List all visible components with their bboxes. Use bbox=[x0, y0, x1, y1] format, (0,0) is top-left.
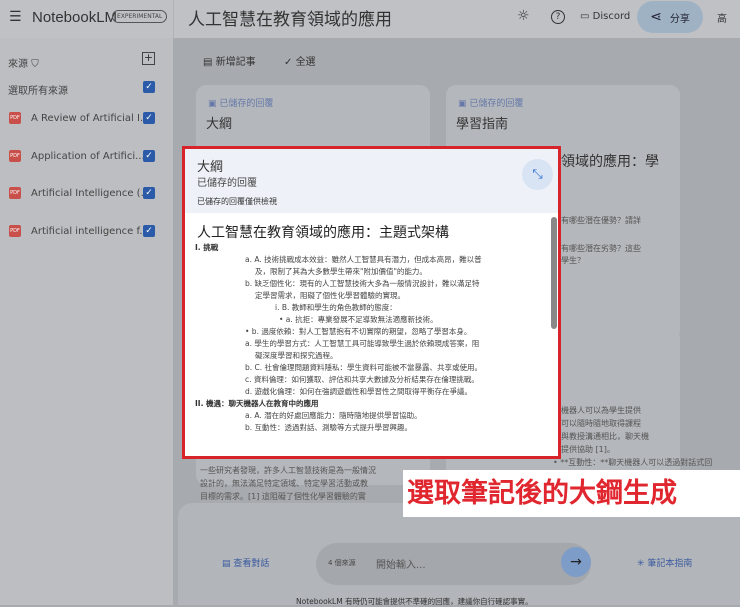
source-item[interactable]: Artificial Intelligence (... bbox=[31, 188, 150, 199]
collapse-icon: ⤡ bbox=[532, 167, 543, 182]
share-label: 分享 bbox=[669, 13, 690, 25]
view-chat-button[interactable]: ▤ 查看對話 bbox=[222, 556, 269, 569]
send-button[interactable]: → bbox=[561, 547, 591, 577]
chat-input[interactable]: 4 個來源 開始輸入... bbox=[316, 543, 591, 585]
source-item[interactable]: A Review of Artificial I... bbox=[31, 113, 150, 124]
outline-line: 礙深度學習和探究過程。 bbox=[255, 351, 338, 360]
check-icon: ✓ bbox=[284, 57, 296, 68]
card-title: 學習指南 bbox=[456, 117, 509, 132]
experimental-badge: EXPERIMENTAL bbox=[112, 10, 168, 23]
note-icon: ▤ bbox=[203, 57, 216, 68]
collapse-button[interactable]: ⤡ bbox=[522, 159, 553, 190]
saved-tag: ▣ 已儲存的回覆 bbox=[208, 99, 274, 109]
discord-link[interactable]: ▭ Discord bbox=[580, 11, 630, 22]
outline-line: • b. 過度依賴：對人工智慧抱有不切實際的期望，忽略了學習本身。 bbox=[245, 327, 472, 336]
outline-line: b. C. 社會倫理問題資料隱私：學生資料可能被不當暴露、共享或使用。 bbox=[245, 363, 483, 372]
view-only-notice: 已儲存的回覆僅供檢視 bbox=[197, 197, 277, 206]
top-bar: ☰ NotebookLM EXPERIMENTAL 人工智慧在教育領域的應用 ☼… bbox=[0, 0, 740, 38]
source-checkbox[interactable]: ✓ bbox=[143, 112, 155, 124]
outline-line: b. 缺乏個性化：現有的人工智慧技術大多為一般情況設計，難以滿足特 bbox=[245, 279, 480, 288]
outline-line: • a. 抗拒：專業發展不足導致無法適應新技術。 bbox=[279, 315, 438, 324]
chat-icon: ▭ bbox=[580, 11, 593, 22]
notebook-guide-button[interactable]: ✳ 筆記本指南 bbox=[637, 556, 692, 569]
sidebar: 來源 ⛉ + 選取所有來源 ✓ PDF A Review of Artifici… bbox=[0, 38, 173, 605]
share-button[interactable]: ⋖ 分享 bbox=[637, 1, 703, 33]
shield-icon: ⛉ bbox=[31, 59, 39, 70]
card-text: 一些研究者發現，許多人工智慧技術是為一般情況 設計的，無法滿足特定領域、特定學習活… bbox=[200, 466, 376, 501]
discord-label: Discord bbox=[592, 11, 631, 22]
scrollbar[interactable] bbox=[551, 217, 557, 329]
notebook-title[interactable]: 人工智慧在教育領域的應用 bbox=[188, 5, 392, 30]
note-expanded-dialog: 大綱 已儲存的回覆 已儲存的回覆僅供檢視 ⤡ 人工智慧在教育領域的應用：主題式架… bbox=[182, 146, 561, 459]
dialog-subtitle: 已儲存的回覆 bbox=[197, 178, 257, 189]
help-icon[interactable]: ? bbox=[551, 10, 565, 24]
arrow-right-icon: → bbox=[570, 554, 582, 570]
add-note-button[interactable]: ▤ 新增記事 bbox=[203, 53, 256, 68]
source-checkbox[interactable]: ✓ bbox=[143, 150, 155, 162]
select-all-notes-button[interactable]: ✓ 全選 bbox=[284, 53, 316, 68]
select-all-sources-label: 選取所有來源 bbox=[8, 86, 68, 97]
source-item[interactable]: Application of Artifici... bbox=[31, 151, 145, 162]
source-checkbox[interactable]: ✓ bbox=[143, 187, 155, 199]
dialog-header: 大綱 已儲存的回覆 已儲存的回覆僅供檢視 ⤡ bbox=[185, 149, 558, 213]
outline-line: 定學習需求，阻礙了個性化學習體驗的實現。 bbox=[255, 291, 405, 300]
avatar[interactable]: 高 bbox=[717, 10, 727, 25]
share-icon: ⋖ bbox=[650, 9, 662, 25]
sparkle-icon: ✳ bbox=[637, 559, 648, 569]
card-title: 大綱 bbox=[206, 117, 233, 132]
card-text: 有哪些潛在優勢？請詳 bbox=[561, 216, 641, 225]
add-source-button[interactable]: + bbox=[142, 52, 155, 65]
card-text: 學生？ bbox=[561, 256, 585, 265]
menu-icon[interactable]: ☰ bbox=[9, 9, 22, 25]
saved-tag: ▣ 已儲存的回覆 bbox=[458, 99, 524, 109]
annotation-caption: 選取筆記後的大鋼生成 bbox=[403, 470, 740, 517]
chat-history-icon: ▤ bbox=[222, 559, 234, 569]
pdf-icon: PDF bbox=[9, 225, 21, 237]
outline-line: i. B. 教師和學生的角色教師的態度： bbox=[275, 303, 397, 312]
select-all-label: 全選 bbox=[295, 57, 316, 68]
source-checkbox[interactable]: ✓ bbox=[143, 225, 155, 237]
disclaimer: NotebookLM 有時仍可能會提供不準確的回應，建議你自行確認事實。 bbox=[296, 597, 533, 606]
outline-content: I. 挑戰 a. A. 技術挑戰成本效益：雖然人工智慧具有潛力，但成本高昂，難以普… bbox=[195, 242, 545, 434]
outline-line: d. 遊戲化倫理：如何在強調遊戲性和學習性之間取得平衡存在爭議。 bbox=[245, 387, 473, 396]
outline-heading: 人工智慧在教育領域的應用：主題式架構 bbox=[197, 225, 449, 241]
app-logo: NotebookLM bbox=[32, 9, 118, 26]
sources-heading: 來源 ⛉ bbox=[8, 55, 39, 70]
source-item[interactable]: Artificial intelligence f... bbox=[31, 226, 149, 237]
dialog-title: 大綱 bbox=[197, 160, 224, 175]
select-all-checkbox[interactable]: ✓ bbox=[143, 81, 155, 93]
card-heading: 領域的應用：學 bbox=[561, 154, 659, 170]
outline-line: II. 機遇：聊天機器人在教育中的應用 bbox=[195, 399, 319, 408]
outline-line: 及，限制了其為大多數學生帶來"附加價值"的能力。 bbox=[255, 267, 427, 276]
divider bbox=[173, 0, 174, 38]
theme-icon[interactable]: ☼ bbox=[517, 8, 530, 24]
sources-label: 來源 bbox=[8, 59, 28, 70]
outline-line: c. 資料倫理：如何獲取、評估和共享大數據及分析結果存在倫理挑戰。 bbox=[245, 375, 479, 384]
pdf-icon: PDF bbox=[9, 187, 21, 199]
pdf-icon: PDF bbox=[9, 112, 21, 124]
chat-placeholder: 開始輸入... bbox=[376, 560, 426, 571]
outline-line: a. A. 潛在的好處回應能力：隨時隨地提供學習協助。 bbox=[245, 411, 422, 420]
source-count: 4 個來源 bbox=[328, 559, 356, 567]
outline-line: I. 挑戰 bbox=[195, 243, 219, 252]
card-text: 機器人可以為學生提供 可以隨時隨地取得課程 與教授溝通相比，聊天機 提供協助 [1]。… bbox=[553, 406, 713, 467]
pdf-icon: PDF bbox=[9, 150, 21, 162]
card-text: 有哪些潛在劣勢？這些 bbox=[561, 244, 641, 253]
outline-line: a. 學生的學習方式：人工智慧工具可能導致學生過於依賴現成答案，阻 bbox=[245, 339, 480, 348]
outline-line: a. A. 技術挑戰成本效益：雖然人工智慧具有潛力，但成本高昂，難以普 bbox=[245, 255, 482, 264]
outline-line: b. 互動性：透過對話、測驗等方式提升學習興趣。 bbox=[245, 423, 413, 432]
add-note-label: 新增記事 bbox=[215, 57, 256, 68]
